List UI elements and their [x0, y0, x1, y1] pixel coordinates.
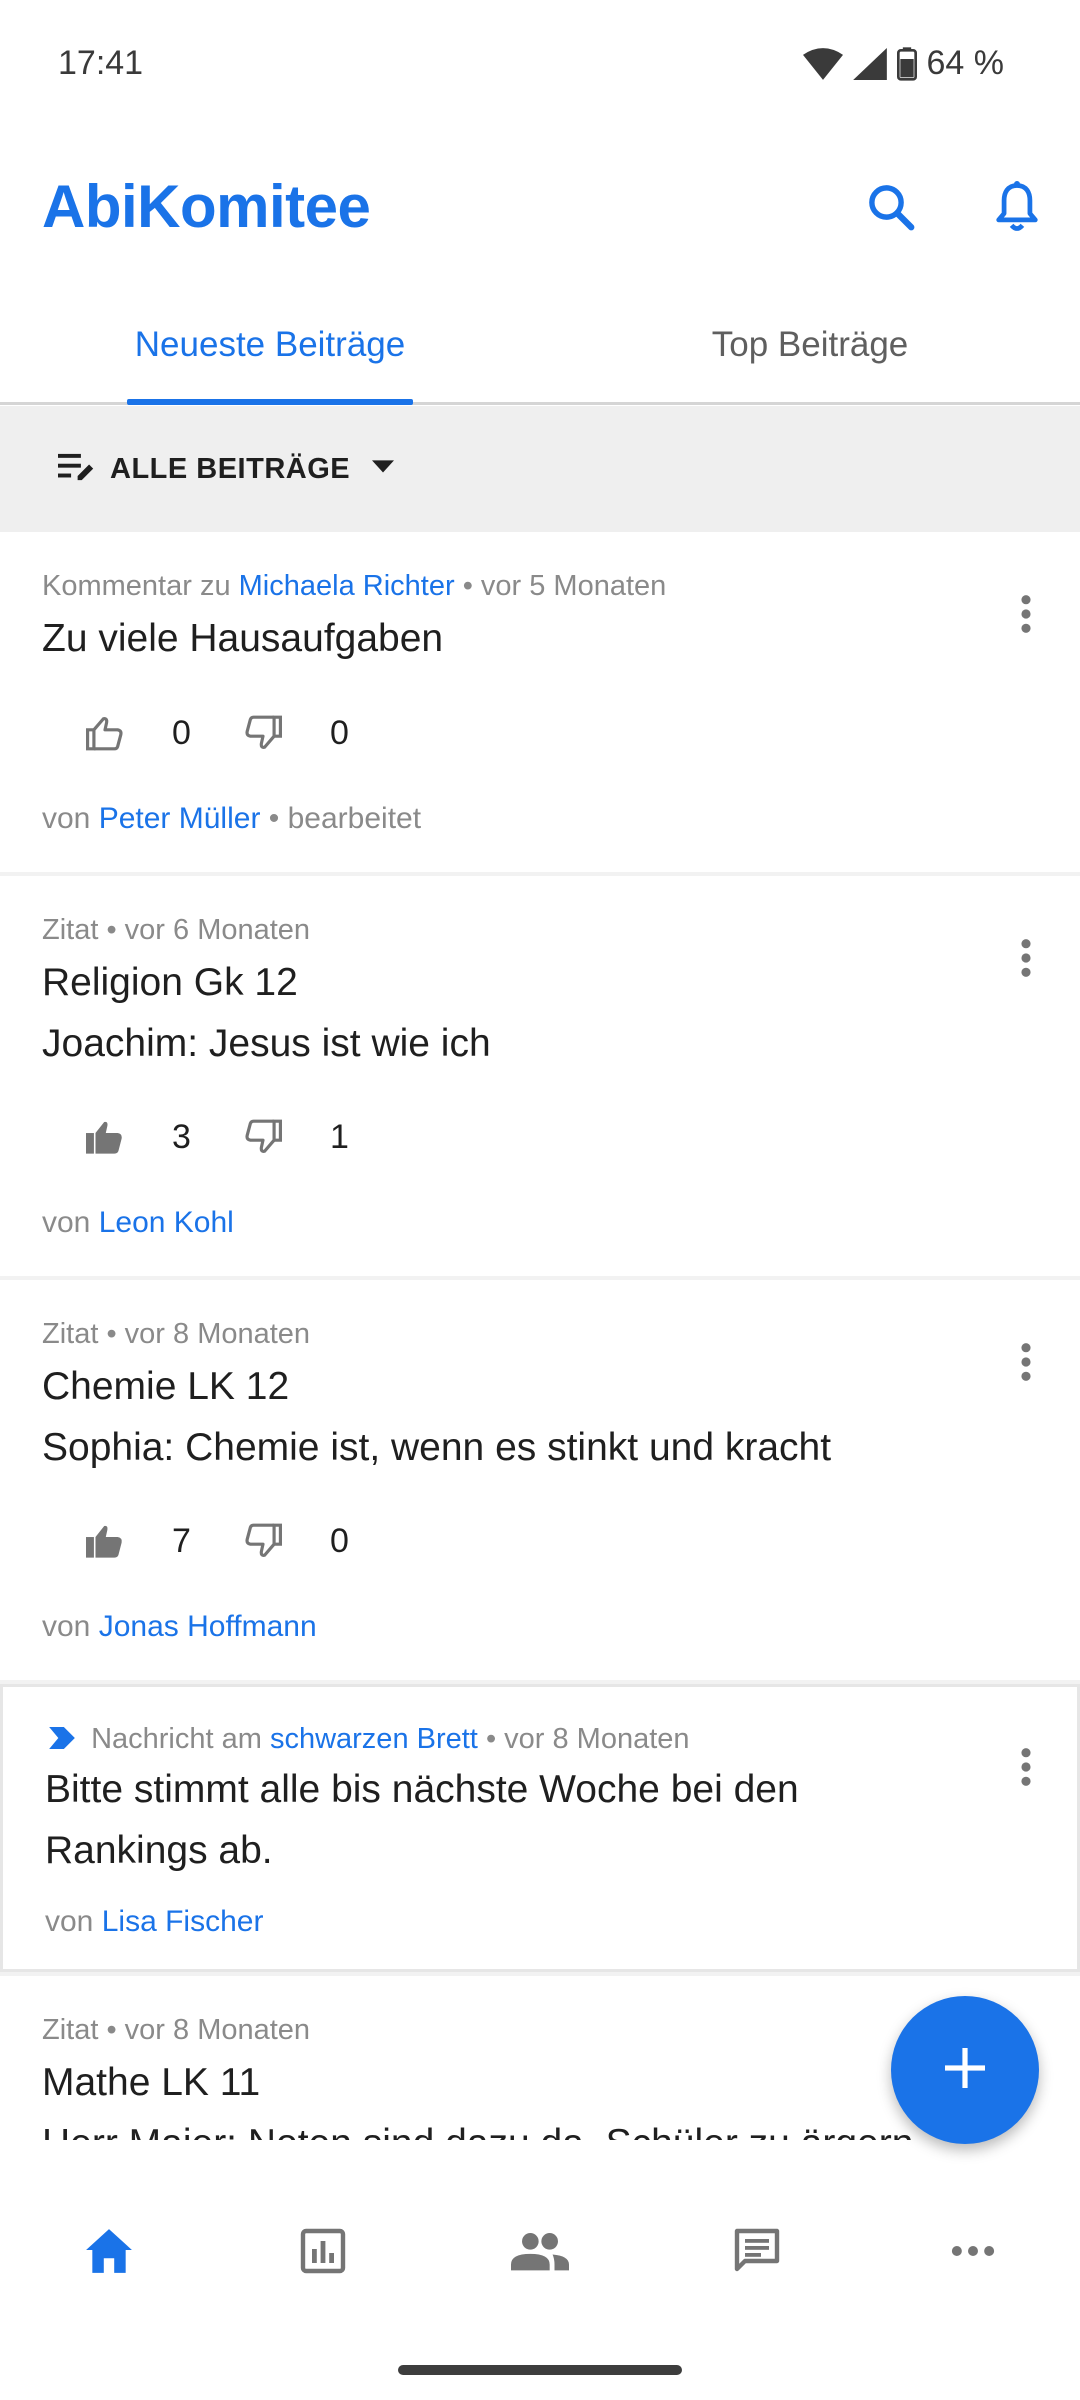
more-vertical-icon[interactable]	[1006, 1737, 1046, 1797]
chart-icon[interactable]	[288, 2216, 358, 2286]
post-meta: Zitat • vor 6 Monaten	[42, 914, 310, 947]
like-count: 0	[172, 713, 191, 752]
post-author-line: von Peter Müller • bearbeitet	[42, 802, 421, 836]
post-time: • vor 5 Monaten	[462, 570, 667, 602]
post-time: • vor 8 Monaten	[485, 1723, 690, 1755]
author-link[interactable]: Peter Müller	[99, 802, 261, 835]
post-time: • vor 6 Monaten	[106, 914, 311, 946]
plus-icon	[945, 2047, 985, 2093]
post-title-line: Bitte stimmt alle bis nächste Woche bei …	[45, 1768, 799, 1811]
board-link[interactable]: schwarzen Brett	[270, 1723, 478, 1755]
post-author-line: von Lisa Fischer	[45, 1905, 263, 1939]
more-vertical-icon[interactable]	[1006, 1332, 1046, 1392]
more-vertical-icon[interactable]	[1006, 928, 1046, 988]
post-card[interactable]: Zitat • vor 6 Monaten Religion Gk 12 Joa…	[0, 876, 1080, 1276]
author-prefix: von	[45, 1905, 94, 1938]
post-title-line: Herr Maier: Noten sind dazu da, Schüler …	[42, 2113, 913, 2140]
like-count: 3	[172, 1117, 191, 1156]
post-title-line: Joachim: Jesus ist wie ich	[42, 1022, 491, 1065]
signal-icon	[852, 47, 887, 80]
post-type: Kommentar zu	[42, 570, 231, 602]
author-link[interactable]: Leon Kohl	[99, 1206, 234, 1239]
vote-bar: 7 0	[82, 1518, 398, 1564]
battery-icon	[896, 46, 917, 81]
thumbs-up-outline-icon[interactable]	[82, 710, 128, 756]
author-link[interactable]: Lisa Fischer	[102, 1905, 264, 1938]
chat-icon[interactable]	[722, 2216, 792, 2286]
post-author-line: von Jonas Hoffmann	[42, 1610, 317, 1644]
edited-label: • bearbeitet	[268, 802, 422, 835]
author-link[interactable]: Jonas Hoffmann	[99, 1610, 317, 1643]
vote-bar: 0 0	[82, 710, 398, 756]
board-message-card[interactable]: Nachricht am schwarzen Brett • vor 8 Mon…	[0, 1684, 1080, 1972]
post-author-line: von Leon Kohl	[42, 1206, 234, 1240]
post-title: Religion Gk 12 Joachim: Jesus ist wie ic…	[42, 952, 491, 1074]
post-title-line: Rankings ab.	[45, 1829, 273, 1872]
post-type: Zitat	[42, 914, 99, 946]
post-title-line: Sophia: Chemie ist, wenn es stinkt und k…	[42, 1426, 832, 1469]
dislike-count: 1	[330, 1117, 349, 1156]
author-prefix: von	[42, 1610, 91, 1643]
bell-icon[interactable]	[982, 172, 1052, 242]
filter-label: ALLE BEITRÄGE	[110, 452, 351, 485]
post-meta: Kommentar zu Michaela Richter • vor 5 Mo…	[42, 570, 666, 603]
post-meta: Nachricht am schwarzen Brett • vor 8 Mon…	[49, 1723, 690, 1757]
like-count: 7	[172, 1521, 191, 1560]
wifi-icon	[802, 47, 843, 80]
tab-top-posts[interactable]: Top Beiträge	[540, 285, 1080, 405]
post-title-line: Mathe LK 11	[42, 2061, 261, 2104]
post-title-line: Chemie LK 12	[42, 1365, 290, 1408]
post-meta: Zitat • vor 8 Monaten	[42, 2014, 310, 2047]
post-type: Zitat	[42, 1318, 99, 1350]
post-card[interactable]: Zitat • vor 8 Monaten Chemie LK 12 Sophi…	[0, 1280, 1080, 1680]
status-bar: 17:41 64 %	[0, 0, 1080, 130]
thumbs-down-outline-icon[interactable]	[240, 1518, 286, 1564]
post-title-line: Religion Gk 12	[42, 961, 298, 1004]
tab-newest-posts[interactable]: Neueste Beiträge	[0, 285, 540, 405]
thumbs-up-filled-icon[interactable]	[82, 1114, 128, 1160]
search-icon[interactable]	[856, 172, 926, 242]
post-time: • vor 8 Monaten	[106, 2014, 311, 2046]
post-title: Bitte stimmt alle bis nächste Woche bei …	[45, 1759, 799, 1881]
vote-bar: 3 1	[82, 1114, 398, 1160]
filter-list-icon	[56, 449, 96, 490]
dislike-count: 0	[330, 713, 349, 752]
post-type: Nachricht am	[91, 1723, 262, 1755]
people-icon[interactable]	[505, 2216, 575, 2286]
author-prefix: von	[42, 1206, 91, 1239]
status-time: 17:41	[58, 44, 144, 82]
post-feed[interactable]: Kommentar zu Michaela Richter • vor 5 Mo…	[0, 532, 1080, 2140]
tab-bar: Neueste Beiträge Top Beiträge	[0, 285, 1080, 405]
thumbs-down-outline-icon[interactable]	[240, 1114, 286, 1160]
thumbs-up-filled-icon[interactable]	[82, 1518, 128, 1564]
post-meta: Zitat • vor 8 Monaten	[42, 1318, 310, 1351]
gesture-handle[interactable]	[398, 2365, 682, 2375]
battery-percent: 64 %	[926, 44, 1005, 82]
app-title: AbiKomitee	[42, 173, 371, 240]
bottom-navigation	[0, 2180, 1080, 2320]
post-title: Chemie LK 12 Sophia: Chemie ist, wenn es…	[42, 1356, 831, 1478]
board-chevron-icon	[49, 1724, 75, 1757]
app-header: AbiKomitee	[0, 150, 1080, 260]
post-type: Zitat	[42, 2014, 99, 2046]
thumbs-down-outline-icon[interactable]	[240, 710, 286, 756]
post-card[interactable]: Kommentar zu Michaela Richter • vor 5 Mo…	[0, 532, 1080, 872]
create-post-button[interactable]	[891, 1996, 1039, 2144]
dislike-count: 0	[330, 1521, 349, 1560]
post-reference-link[interactable]: Michaela Richter	[239, 570, 455, 602]
post-time: • vor 8 Monaten	[106, 1318, 311, 1350]
more-horizontal-icon[interactable]	[938, 2216, 1008, 2286]
caret-down-icon	[372, 459, 395, 479]
status-icons: 64 %	[802, 44, 1005, 83]
post-title-line: Zu viele Hausaufgaben	[42, 617, 444, 660]
more-vertical-icon[interactable]	[1006, 584, 1046, 644]
filter-dropdown[interactable]: ALLE BEITRÄGE	[0, 406, 1080, 532]
author-prefix: von	[42, 802, 91, 835]
active-tab-indicator	[127, 399, 413, 405]
post-title: Zu viele Hausaufgaben	[42, 608, 443, 669]
home-icon[interactable]	[74, 2216, 144, 2286]
post-title: Mathe LK 11 Herr Maier: Noten sind dazu …	[42, 2052, 913, 2140]
